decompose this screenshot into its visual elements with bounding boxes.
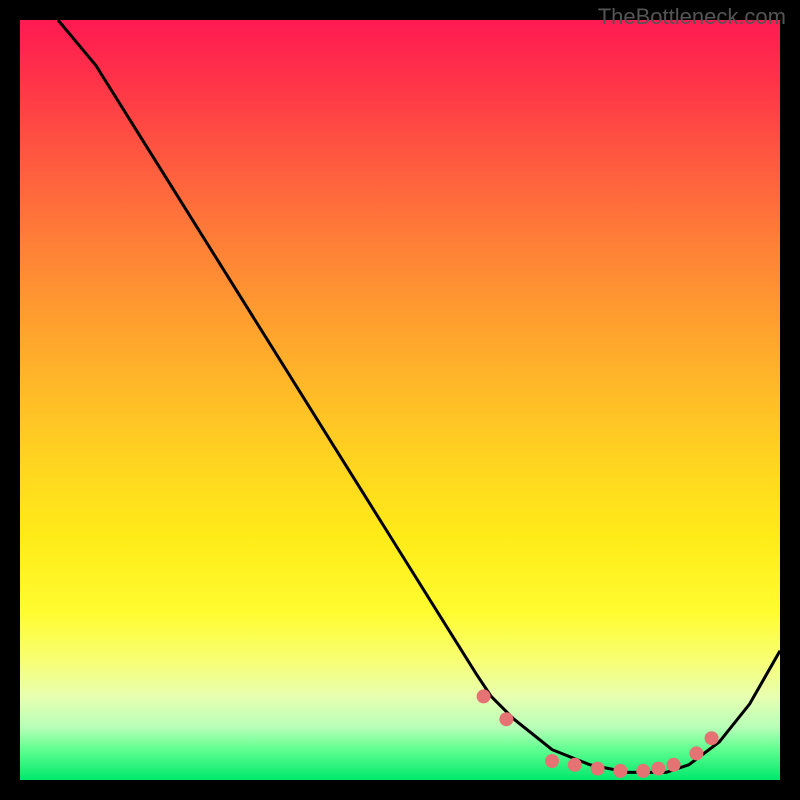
- marker-dot: [689, 746, 703, 760]
- chart-svg: [20, 20, 780, 780]
- marker-dot: [568, 758, 582, 772]
- marker-dot: [705, 731, 719, 745]
- marker-dot: [636, 764, 650, 778]
- marker-dot: [477, 689, 491, 703]
- marker-dot: [613, 764, 627, 778]
- marker-dot: [591, 762, 605, 776]
- marker-dots: [477, 689, 719, 778]
- marker-dot: [545, 754, 559, 768]
- marker-dot: [499, 712, 513, 726]
- marker-dot: [667, 758, 681, 772]
- watermark-text: TheBottleneck.com: [598, 4, 786, 30]
- marker-dot: [651, 762, 665, 776]
- curve-line: [58, 20, 780, 772]
- plot-area: [20, 20, 780, 780]
